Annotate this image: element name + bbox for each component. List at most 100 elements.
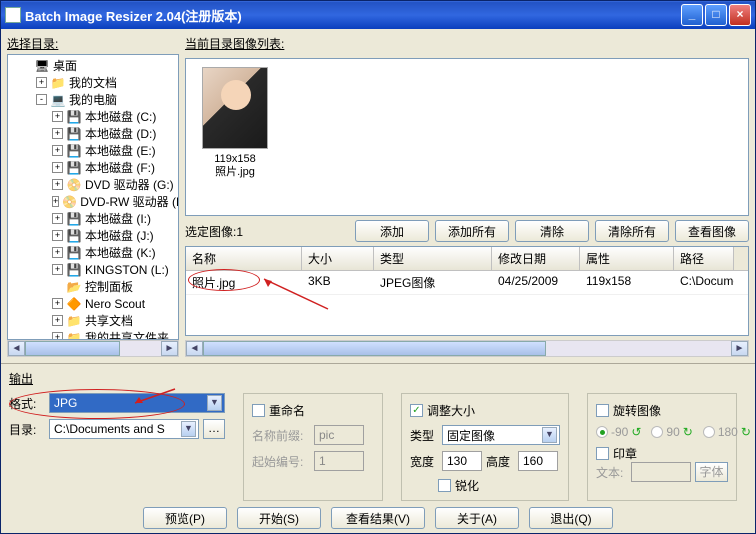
- tree-node[interactable]: +🔶Nero Scout: [8, 295, 178, 312]
- expand-icon[interactable]: +: [52, 264, 63, 275]
- list-hscroll[interactable]: ◄ ►: [185, 340, 749, 357]
- tree-node[interactable]: +💾本地磁盘 (K:): [8, 244, 178, 261]
- resize-type-combo[interactable]: 固定图像 ▼: [442, 425, 560, 445]
- folder-icon: 💻: [50, 93, 66, 107]
- view-image-button[interactable]: 查看图像: [675, 220, 749, 242]
- tree-node[interactable]: +💾本地磁盘 (F:): [8, 159, 178, 176]
- cell-attr: 119x158: [580, 271, 674, 294]
- directory-tree[interactable]: 🖥桌面+📁我的文档-💻我的电脑+💾本地磁盘 (C:)+💾本地磁盘 (D:)+💾本…: [7, 54, 179, 340]
- tree-node-label: Nero Scout: [85, 297, 145, 311]
- clear-all-button[interactable]: 清除所有: [595, 220, 669, 242]
- tree-node[interactable]: 🖥桌面: [8, 57, 178, 74]
- checkbox-icon: [438, 479, 451, 492]
- preview-button[interactable]: 预览(P): [143, 507, 227, 529]
- maximize-button[interactable]: □: [705, 4, 727, 26]
- expand-icon[interactable]: +: [52, 230, 63, 241]
- list-row[interactable]: 照片.jpg 3KB JPEG图像 04/25/2009 119x158 C:\…: [186, 271, 748, 295]
- checkbox-icon: [596, 447, 609, 460]
- scroll-right-button[interactable]: ►: [161, 341, 178, 356]
- thumbnail-item[interactable]: 119x158 照片.jpg: [194, 67, 276, 179]
- file-list[interactable]: 名称 大小 类型 修改日期 属性 路径 照片.jpg 3KB JPEG图像 04…: [185, 246, 749, 336]
- chevron-down-icon[interactable]: ▼: [542, 427, 557, 443]
- expand-icon[interactable]: +: [52, 179, 63, 190]
- scroll-right-button[interactable]: ►: [731, 341, 748, 356]
- tree-node[interactable]: +💾KINGSTON (L:): [8, 261, 178, 278]
- expand-icon[interactable]: +: [52, 298, 63, 309]
- tree-node[interactable]: +📁我的共享文件夹: [8, 329, 178, 340]
- tree-node[interactable]: +💾本地磁盘 (C:): [8, 108, 178, 125]
- expand-icon[interactable]: +: [52, 247, 63, 258]
- thumbnail-image: [202, 67, 268, 149]
- stamp-checkbox[interactable]: 印章: [596, 445, 728, 462]
- tree-node-label: 我的文档: [69, 74, 117, 91]
- rename-checkbox[interactable]: 重命名: [252, 402, 374, 419]
- stamp-text-input: [631, 462, 691, 482]
- scroll-left-button[interactable]: ◄: [186, 341, 203, 356]
- tree-node-label: 本地磁盘 (E:): [85, 142, 156, 159]
- col-size[interactable]: 大小: [302, 247, 374, 270]
- expand-icon[interactable]: +: [52, 213, 63, 224]
- tree-node[interactable]: +📀DVD 驱动器 (G:): [8, 176, 178, 193]
- col-date[interactable]: 修改日期: [492, 247, 580, 270]
- folder-icon: 💾: [66, 246, 82, 260]
- start-button[interactable]: 开始(S): [237, 507, 321, 529]
- thumbnail-dim: 119x158: [194, 153, 276, 166]
- dir-combo[interactable]: C:\Documents and S ▼: [49, 419, 199, 439]
- exit-button[interactable]: 退出(Q): [529, 507, 613, 529]
- tree-node[interactable]: +💾本地磁盘 (D:): [8, 125, 178, 142]
- tree-node[interactable]: 📂控制面板: [8, 278, 178, 295]
- add-button[interactable]: 添加: [355, 220, 429, 242]
- clear-button[interactable]: 清除: [515, 220, 589, 242]
- expand-icon[interactable]: +: [52, 128, 63, 139]
- sharpen-checkbox[interactable]: 锐化: [438, 477, 560, 494]
- list-header: 名称 大小 类型 修改日期 属性 路径: [186, 247, 748, 271]
- folder-icon: 📁: [66, 314, 82, 328]
- expand-icon[interactable]: +: [52, 332, 63, 340]
- tree-node[interactable]: +💾本地磁盘 (E:): [8, 142, 178, 159]
- tree-node-label: DVD-RW 驱动器 (H:): [80, 193, 179, 210]
- tree-hscroll[interactable]: ◄ ►: [7, 340, 179, 357]
- expand-icon[interactable]: +: [52, 315, 63, 326]
- col-type[interactable]: 类型: [374, 247, 492, 270]
- rotate-180-radio: 180↻: [703, 425, 751, 439]
- add-all-button[interactable]: 添加所有: [435, 220, 509, 242]
- expand-icon[interactable]: +: [52, 162, 63, 173]
- folder-icon: 📁: [66, 331, 82, 341]
- rotate-checkbox[interactable]: 旋转图像: [596, 402, 728, 419]
- chevron-down-icon[interactable]: ▼: [207, 395, 222, 411]
- col-name[interactable]: 名称: [186, 247, 302, 270]
- tree-node[interactable]: -💻我的电脑: [8, 91, 178, 108]
- col-attr[interactable]: 属性: [580, 247, 674, 270]
- minimize-button[interactable]: _: [681, 4, 703, 26]
- col-path[interactable]: 路径: [674, 247, 734, 270]
- tree-node[interactable]: +📀DVD-RW 驱动器 (H:): [8, 193, 178, 210]
- resize-type-label: 类型: [410, 427, 438, 444]
- cell-path: C:\Docume: [674, 271, 734, 294]
- expand-icon[interactable]: +: [36, 77, 47, 88]
- startnum-label: 起始编号:: [252, 453, 310, 470]
- view-results-button[interactable]: 查看结果(V): [331, 507, 425, 529]
- width-input[interactable]: [442, 451, 482, 471]
- tree-node-label: 本地磁盘 (C:): [85, 108, 156, 125]
- expand-icon[interactable]: +: [52, 111, 63, 122]
- rename-label: 重命名: [269, 402, 305, 419]
- tree-node[interactable]: +💾本地磁盘 (J:): [8, 227, 178, 244]
- expand-icon[interactable]: -: [36, 94, 47, 105]
- scroll-left-button[interactable]: ◄: [8, 341, 25, 356]
- resize-checkbox[interactable]: ✓ 调整大小: [410, 402, 560, 419]
- chevron-down-icon[interactable]: ▼: [181, 421, 196, 437]
- thumbnail-area[interactable]: 119x158 照片.jpg: [185, 58, 749, 216]
- expand-icon[interactable]: +: [52, 196, 59, 207]
- tree-node[interactable]: +📁共享文档: [8, 312, 178, 329]
- close-button[interactable]: ×: [729, 4, 751, 26]
- height-input[interactable]: [518, 451, 558, 471]
- checkbox-icon: [252, 404, 265, 417]
- tree-node[interactable]: +📁我的文档: [8, 74, 178, 91]
- format-combo[interactable]: JPG ▼: [49, 393, 225, 413]
- tree-node[interactable]: +💾本地磁盘 (I:): [8, 210, 178, 227]
- tree-node-label: KINGSTON (L:): [85, 263, 169, 277]
- expand-icon[interactable]: +: [52, 145, 63, 156]
- about-button[interactable]: 关于(A): [435, 507, 519, 529]
- resize-label: 调整大小: [427, 402, 475, 419]
- browse-dir-button[interactable]: …: [203, 419, 225, 439]
